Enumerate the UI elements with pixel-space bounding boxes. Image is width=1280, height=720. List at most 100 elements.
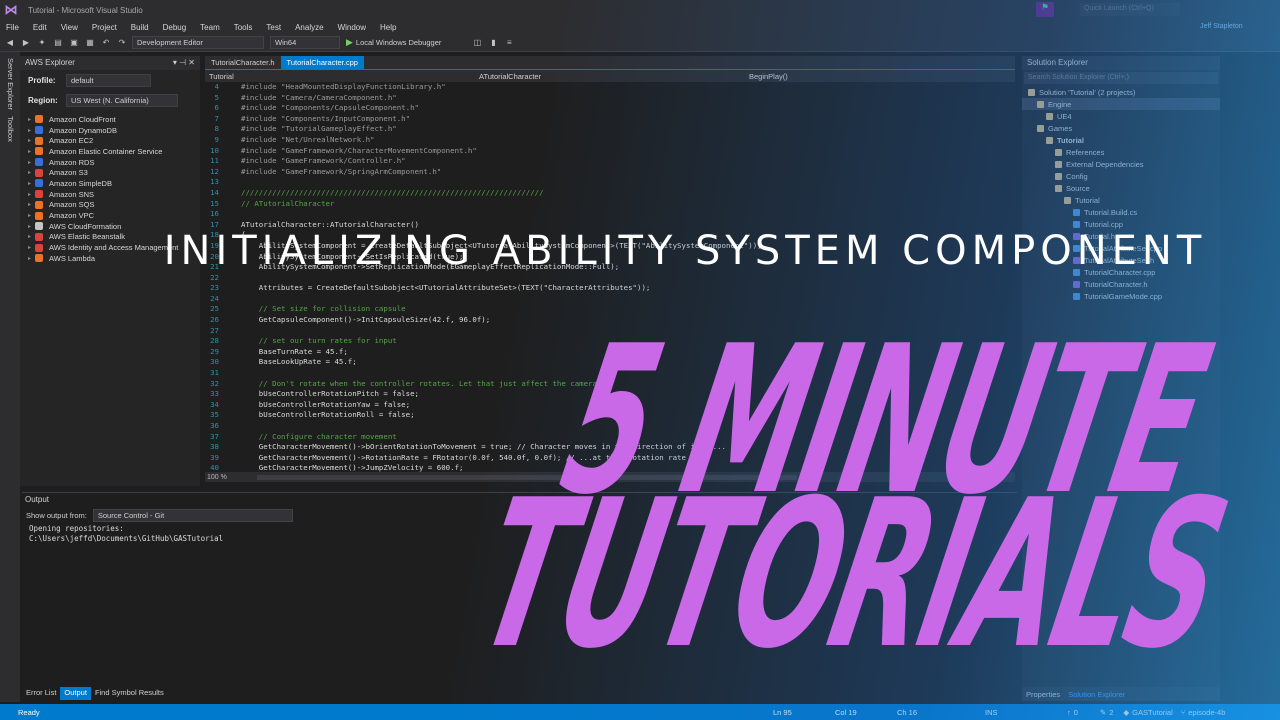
class-dropdown[interactable]: ATutorialCharacter — [475, 72, 745, 81]
menu-help[interactable]: Help — [380, 23, 396, 32]
solution-tree-item[interactable]: Config — [1022, 170, 1220, 182]
profile-select[interactable]: default — [66, 73, 151, 87]
bookmark-icon[interactable]: ▮ — [487, 37, 499, 49]
solution-tree-item[interactable]: UE4 — [1022, 110, 1220, 122]
menu-view[interactable]: View — [61, 23, 78, 32]
comment-icon[interactable]: ≡ — [503, 37, 515, 49]
menu-edit[interactable]: Edit — [33, 23, 47, 32]
expand-caret-icon[interactable]: ▸ — [28, 180, 31, 187]
expand-caret-icon[interactable]: ▸ — [28, 169, 31, 176]
tab-output[interactable]: Output — [60, 687, 91, 700]
open-folder-icon[interactable]: ▤ — [52, 37, 64, 49]
branch-icon: ⑂ — [1180, 707, 1186, 717]
aws-service-icon — [35, 126, 44, 135]
zoom-level[interactable]: 100 % — [207, 474, 227, 481]
attach-icon[interactable]: ◫ — [471, 37, 483, 49]
aws-service-item[interactable]: ▸ Amazon SQS — [20, 200, 200, 211]
platform-select[interactable]: Win64 — [270, 36, 340, 49]
solution-tree-item[interactable]: Tutorial — [1022, 134, 1220, 146]
project-dropdown[interactable]: Tutorial — [205, 72, 475, 81]
menu-debug[interactable]: Debug — [163, 23, 187, 32]
solution-tree-item[interactable]: Solution 'Tutorial' (2 projects) — [1022, 86, 1220, 98]
solution-tree-item[interactable]: External Dependencies — [1022, 158, 1220, 170]
menu-team[interactable]: Team — [200, 23, 220, 32]
menu-window[interactable]: Window — [338, 23, 366, 32]
panel-pin-icon[interactable]: ▾ ⊣ ✕ — [173, 58, 195, 68]
aws-service-item[interactable]: ▸ Amazon EC2 — [20, 135, 200, 146]
expand-caret-icon[interactable]: ▸ — [28, 159, 31, 166]
user-account[interactable]: Jeff Stapleton — [1200, 23, 1243, 30]
aws-service-item[interactable]: ▸ Amazon RDS — [20, 157, 200, 168]
save-all-icon[interactable]: ▦ — [84, 37, 96, 49]
menu-build[interactable]: Build — [131, 23, 149, 32]
menu-test[interactable]: Test — [266, 23, 281, 32]
line-number: 34 — [210, 399, 219, 409]
line-number: 25 — [210, 304, 219, 314]
expand-caret-icon[interactable]: ▸ — [28, 191, 31, 198]
configuration-select[interactable]: Development Editor — [132, 36, 264, 49]
solution-tree-item[interactable]: Tutorial.Build.cs — [1022, 206, 1220, 218]
line-number: 35 — [210, 410, 219, 420]
solution-tree-item[interactable]: Games — [1022, 122, 1220, 134]
expand-caret-icon[interactable]: ▸ — [28, 223, 31, 230]
output-tabs: Error List Output Find Symbol Results — [22, 687, 168, 700]
tab-tutorialcharacter-cpp[interactable]: TutorialCharacter.cpp — [280, 56, 364, 69]
start-debugger-button[interactable]: Local Windows Debugger — [356, 38, 441, 47]
expand-caret-icon[interactable]: ▸ — [28, 233, 31, 240]
aws-service-item[interactable]: ▸ Amazon SNS — [20, 189, 200, 200]
member-dropdown[interactable]: BeginPlay() — [745, 72, 1015, 81]
tab-find-symbol-results[interactable]: Find Symbol Results — [91, 687, 168, 700]
server-explorer-tab[interactable]: Server Explorer — [6, 58, 15, 110]
play-icon[interactable]: ▶ — [346, 37, 353, 48]
menu-file[interactable]: File — [6, 23, 19, 32]
aws-service-item[interactable]: ▸ Amazon S3 — [20, 167, 200, 178]
aws-service-item[interactable]: ▸ Amazon DynamoDB — [20, 125, 200, 136]
solution-tree-item[interactable]: Source — [1022, 182, 1220, 194]
tab-error-list[interactable]: Error List — [22, 687, 60, 700]
menu-analyze[interactable]: Analyze — [295, 23, 323, 32]
menu-project[interactable]: Project — [92, 23, 117, 32]
aws-service-label: AWS CloudFormation — [49, 221, 122, 231]
quick-launch-input[interactable]: Quick Launch (Ctrl+Q) — [1080, 3, 1180, 16]
expand-caret-icon[interactable]: ▸ — [28, 201, 31, 208]
code-line: 22 — [205, 273, 1015, 284]
tab-tutorialcharacter-h[interactable]: TutorialCharacter.h — [205, 56, 281, 69]
status-repo[interactable]: GASTutorial — [1132, 708, 1173, 717]
output-source-select[interactable]: Source Control - Git — [92, 508, 293, 522]
status-branch[interactable]: episode-4b — [1188, 708, 1225, 717]
aws-service-item[interactable]: ▸ Amazon CloudFront — [20, 114, 200, 125]
expand-caret-icon[interactable]: ▸ — [28, 137, 31, 144]
solution-tree-item[interactable]: TutorialCharacter.h — [1022, 278, 1220, 290]
solution-tree-item[interactable]: References — [1022, 146, 1220, 158]
aws-service-item[interactable]: ▸ Amazon Elastic Container Service — [20, 146, 200, 157]
back-icon[interactable]: ◀ — [4, 37, 16, 49]
aws-service-icon — [35, 254, 44, 263]
expand-caret-icon[interactable]: ▸ — [28, 148, 31, 155]
expand-caret-icon[interactable]: ▸ — [28, 127, 31, 134]
solution-search-input[interactable]: Search Solution Explorer (Ctrl+;) — [1024, 72, 1218, 84]
new-project-icon[interactable]: ✦ — [36, 37, 48, 49]
region-select[interactable]: US West (N. California) — [66, 93, 178, 107]
pencil-icon: ✎ — [1099, 707, 1107, 717]
save-icon[interactable]: ▣ — [68, 37, 80, 49]
expand-caret-icon[interactable]: ▸ — [28, 255, 31, 262]
aws-service-item[interactable]: ▸ Amazon VPC — [20, 210, 200, 221]
redo-icon[interactable]: ↷ — [116, 37, 128, 49]
undo-icon[interactable]: ↶ — [100, 37, 112, 49]
forward-icon[interactable]: ▶ — [20, 37, 32, 49]
line-number: 13 — [210, 177, 219, 187]
solution-item-label: UE4 — [1057, 111, 1072, 121]
status-unpushed[interactable]: 0 — [1074, 708, 1078, 717]
toolbox-tab[interactable]: Toolbox — [6, 116, 15, 142]
expand-caret-icon[interactable]: ▸ — [28, 116, 31, 123]
status-changes[interactable]: 2 — [1109, 708, 1113, 717]
solution-tree-item[interactable]: Tutorial — [1022, 194, 1220, 206]
expand-caret-icon[interactable]: ▸ — [28, 244, 31, 251]
solution-tree-item[interactable]: TutorialGameMode.cpp — [1022, 290, 1220, 302]
solution-tree-item[interactable]: Engine — [1022, 98, 1220, 110]
menu-tools[interactable]: Tools — [234, 23, 253, 32]
expand-caret-icon[interactable]: ▸ — [28, 212, 31, 219]
feedback-flag-icon[interactable]: ⚑ — [1036, 2, 1054, 17]
aws-service-item[interactable]: ▸ Amazon SimpleDB — [20, 178, 200, 189]
solution-item-label: TutorialCharacter.h — [1084, 279, 1148, 289]
